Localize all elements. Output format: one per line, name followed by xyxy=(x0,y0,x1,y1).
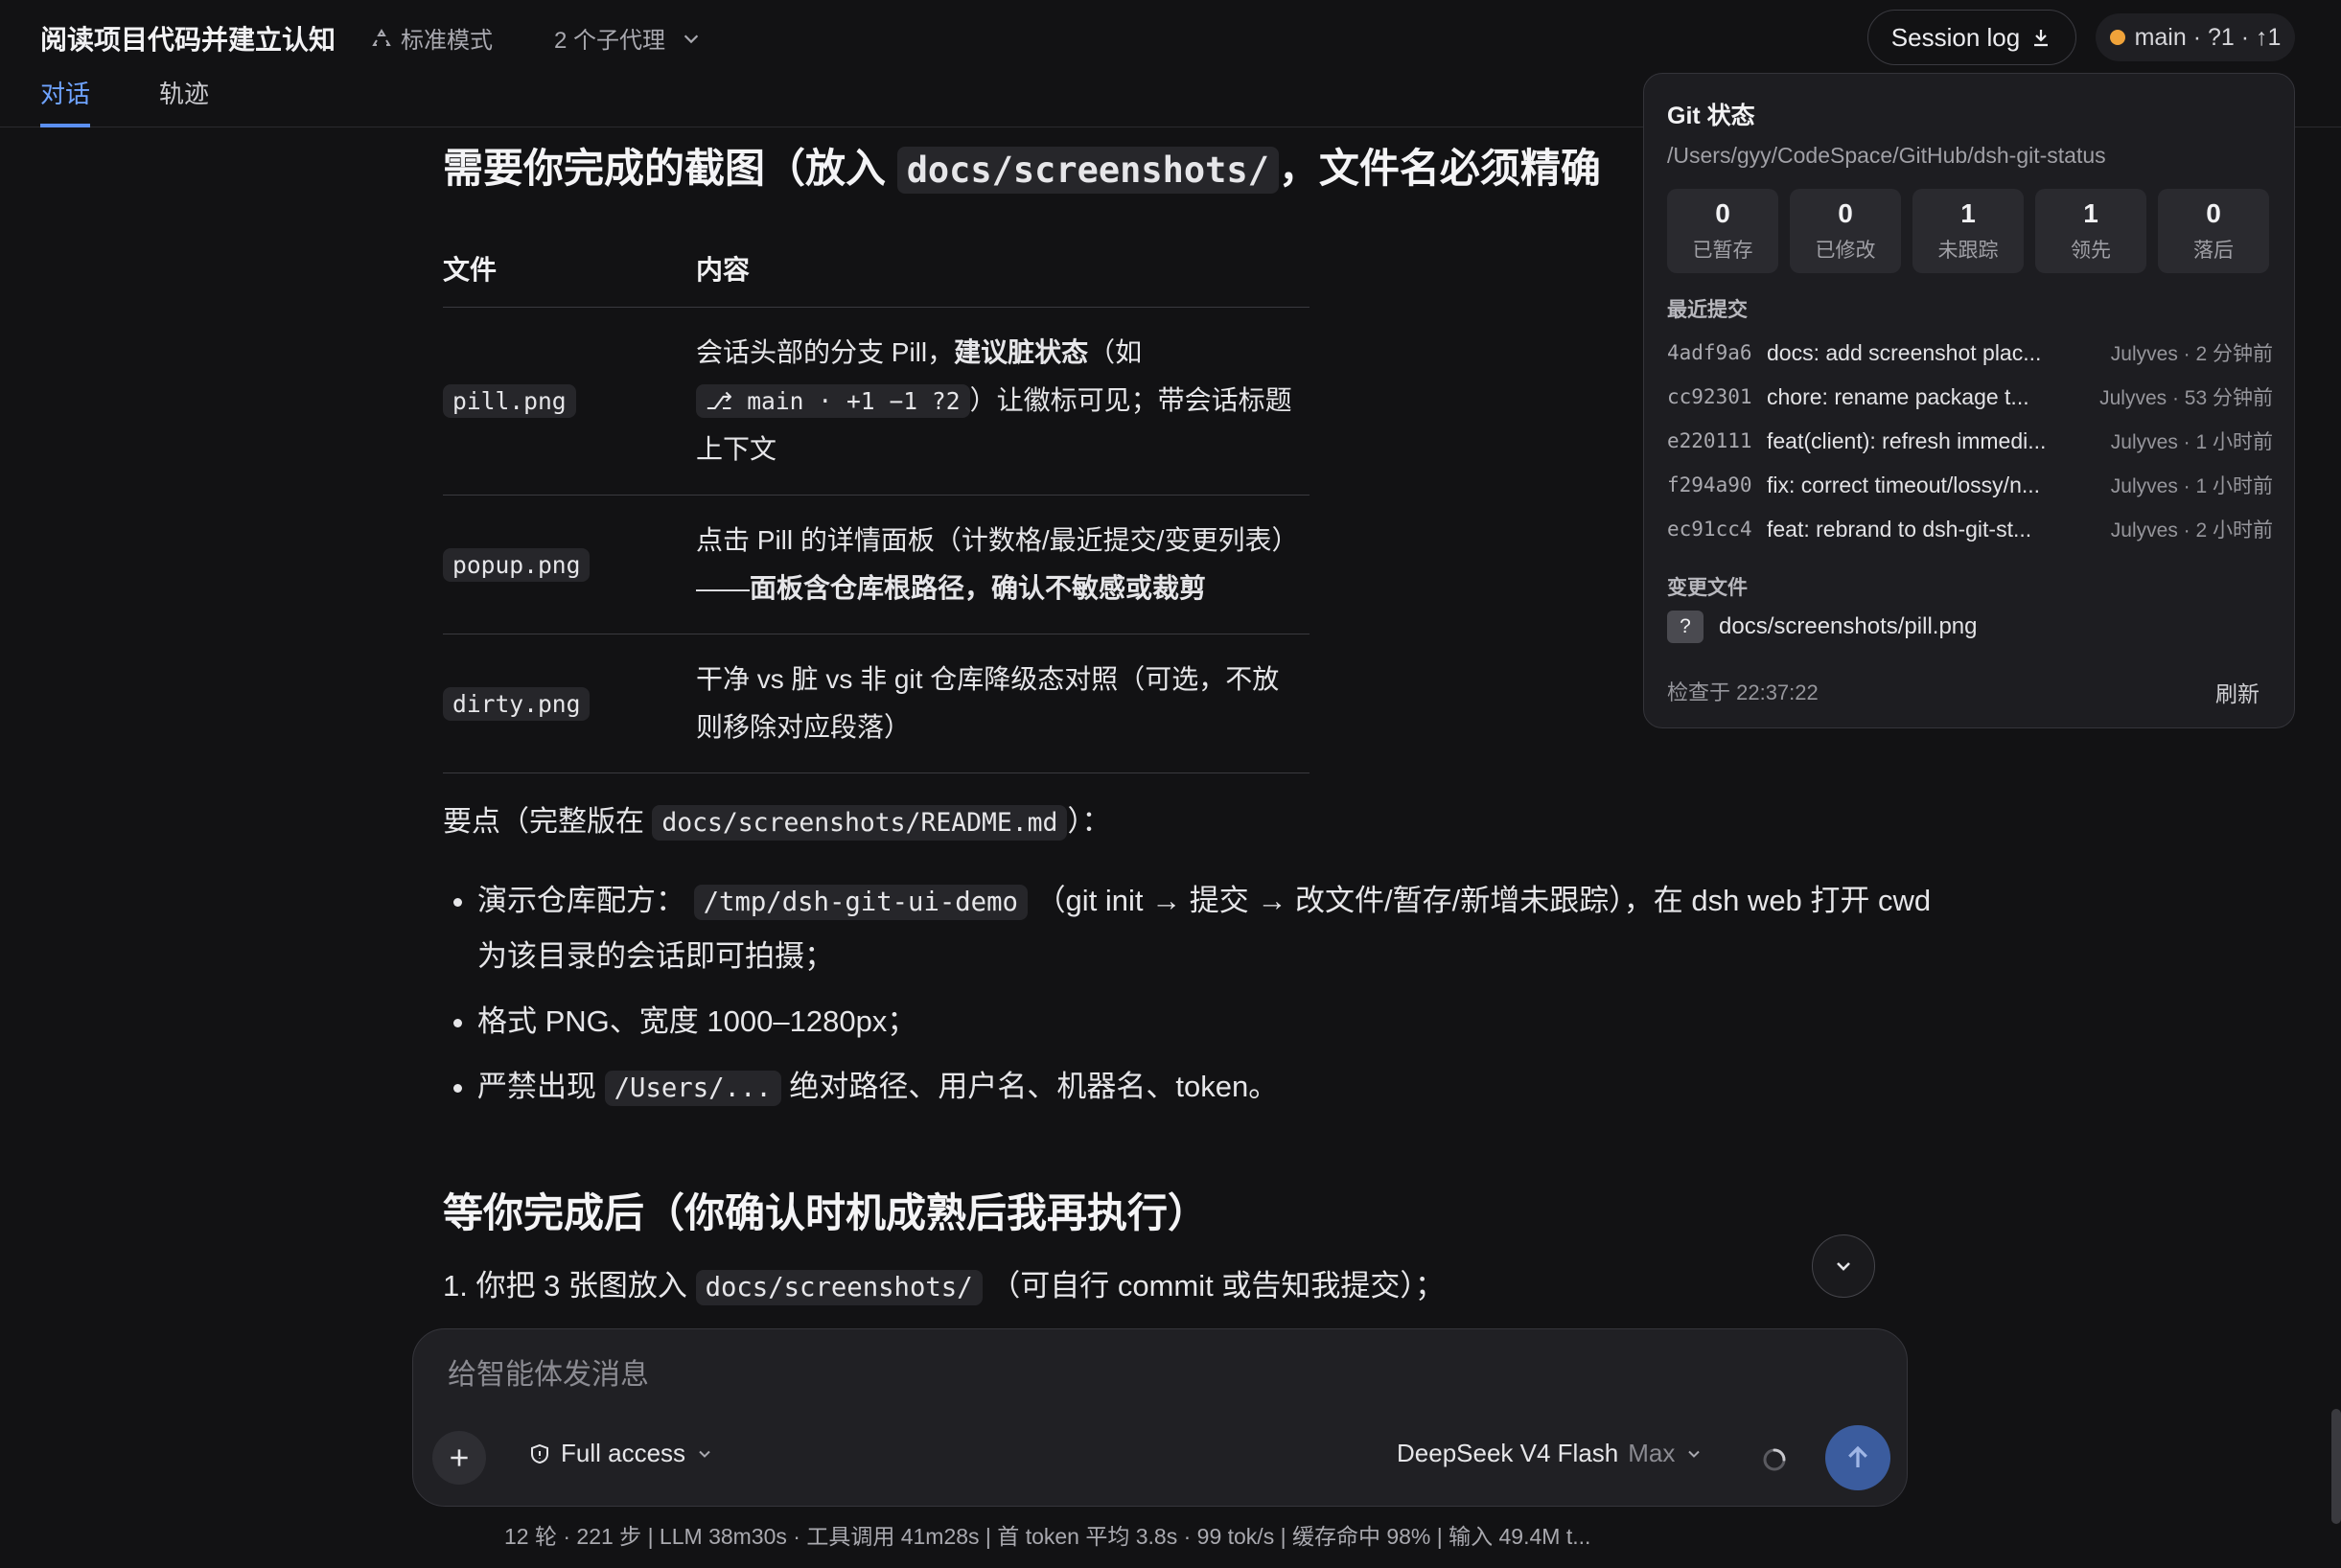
chevron-down-icon xyxy=(684,34,699,43)
inline-code: docs/screenshots/README.md xyxy=(652,805,1068,841)
table-row: dirty.png 干净 vs 脏 vs 非 git 仓库降级态对照（可选，不放… xyxy=(443,634,1310,773)
stat-behind: 0 落后 xyxy=(2158,189,2269,273)
screenshots-table: 文件 内容 pill.png 会话头部的分支 Pill，建议脏状态（如 ⎇ ma… xyxy=(443,232,1310,773)
list-item: 严禁出现 /Users/... 绝对路径、用户名、机器名、token。 xyxy=(477,1060,1935,1116)
inline-code: /tmp/dsh-git-ui-demo xyxy=(693,885,1028,920)
checked-at-timestamp: 检查于 22:37:22 xyxy=(1667,680,1819,704)
table-cell-content: 会话头部的分支 Pill，建议脏状态（如 ⎇ main · +1 −1 ?2 ）让… xyxy=(696,307,1310,496)
model-variant: Max xyxy=(1628,1439,1676,1467)
shield-icon xyxy=(531,1443,548,1464)
access-level-dropdown[interactable]: Full access xyxy=(528,1439,714,1468)
commit-row: ec91cc4 feat: rebrand to dsh-git-st... Jul… xyxy=(1667,516,2273,542)
git-status-popover: Git 状态 /Users/gyy/CodeSpace/GitHub/dsh-g… xyxy=(1643,73,2295,728)
status-counts: 0 已暂存 0 已修改 1 未跟踪 1 领先 0 落后 xyxy=(1667,189,2269,273)
inline-code: ⎇ main · +1 −1 ?2 xyxy=(696,384,970,418)
section-heading-screenshots: 需要你完成的截图（放入 docs/screenshots/，文件名必须精确 xyxy=(443,136,1601,195)
arrow-up-icon xyxy=(1848,1445,1867,1467)
changed-file-row: ? docs/screenshots/pill.png xyxy=(1667,611,1977,643)
scrollbar-thumb[interactable] xyxy=(2331,1409,2341,1524)
plus-icon xyxy=(451,1449,468,1466)
stat-modified: 0 已修改 xyxy=(1790,189,1901,273)
model-selector[interactable]: DeepSeek V4 Flash Max xyxy=(1397,1439,1704,1468)
recent-commits-list: 4adf9a6 docs: add screenshot plac... Julyv… xyxy=(1667,331,2273,551)
recent-commits-label: 最近提交 xyxy=(1667,299,1748,321)
scroll-to-bottom-button[interactable] xyxy=(1812,1234,1875,1298)
git-branch-pill[interactable]: main · ?1 · ↑1 xyxy=(2096,13,2295,61)
tab-trajectory[interactable]: 轨迹 xyxy=(159,75,209,124)
section-heading-after: 等你完成后（你确认时机成熟后我再执行） xyxy=(443,1190,1209,1235)
table-cell-file: popup.png xyxy=(443,495,696,634)
changed-files-label: 变更文件 xyxy=(1667,577,1748,599)
steps-list: 1. 你把 3 张图放入 docs/screenshots/ （可自行 comm… xyxy=(443,1261,1445,1305)
inline-code: /Users/... xyxy=(604,1071,781,1106)
mode-selector[interactable]: 标准模式 xyxy=(370,21,493,55)
table-header-row: 文件 内容 xyxy=(443,232,1310,308)
refresh-button[interactable]: 刷新 xyxy=(2215,676,2260,708)
model-name: DeepSeek V4 Flash xyxy=(1397,1439,1619,1467)
table-cell-content: 干净 vs 脏 vs 非 git 仓库降级态对照（可选，不放则移除对应段落） xyxy=(696,634,1310,773)
subagents-label: 2 个子代理 xyxy=(554,28,666,54)
tab-conversation[interactable]: 对话 xyxy=(40,75,91,127)
page-title: 阅读项目代码并建立认知 xyxy=(40,25,336,55)
list-item: 1. 你把 3 张图放入 docs/screenshots/ （可自行 comm… xyxy=(443,1261,1445,1305)
repo-path: /Users/gyy/CodeSpace/GitHub/dsh-git-stat… xyxy=(1667,143,2106,168)
loading-spinner-icon xyxy=(1763,1448,1786,1471)
session-stats-footer: 12 轮 · 221 步 | LLM 38m30s · 工具调用 41m28s … xyxy=(504,1524,1591,1549)
column-header-file: 文件 xyxy=(443,232,696,308)
commit-row: e220111 feat(client): refresh immedi... Ju… xyxy=(1667,427,2273,454)
send-button[interactable] xyxy=(1825,1425,1890,1490)
chevron-down-icon xyxy=(1837,1262,1850,1271)
commit-row: 4adf9a6 docs: add screenshot plac... Julyv… xyxy=(1667,339,2273,366)
table-row: pill.png 会话头部的分支 Pill，建议脏状态（如 ⎇ main · +… xyxy=(443,307,1310,496)
chevron-down-icon xyxy=(1688,1450,1701,1458)
inline-code: docs/screenshots/ xyxy=(896,147,1279,194)
changed-file-path: docs/screenshots/pill.png xyxy=(1719,613,1978,639)
stat-untracked: 1 未跟踪 xyxy=(1912,189,2024,273)
session-log-label: Session log xyxy=(1890,22,2021,52)
message-composer: Full access DeepSeek V4 Flash Max xyxy=(412,1328,1908,1507)
column-header-content: 内容 xyxy=(696,232,1310,308)
chevron-down-icon xyxy=(699,1450,710,1458)
table-cell-file: pill.png xyxy=(443,307,696,496)
branch-pill-label: main · ?1 · ↑1 xyxy=(2134,23,2282,51)
stat-staged: 0 已暂存 xyxy=(1667,189,1778,273)
stat-ahead: 1 领先 xyxy=(2035,189,2146,273)
commit-row: f294a90 fix: correct timeout/lossy/n... Ju… xyxy=(1667,472,2273,498)
points-list: 演示仓库配方： /tmp/dsh-git-ui-demo （git init →… xyxy=(443,874,1935,1127)
untracked-badge: ? xyxy=(1667,611,1704,643)
attach-button[interactable] xyxy=(432,1431,486,1485)
access-level-label: Full access xyxy=(561,1439,686,1467)
list-item: 演示仓库配方： /tmp/dsh-git-ui-demo （git init →… xyxy=(477,874,1935,983)
commit-row: cc92301 chore: rename package t... Julyves… xyxy=(1667,383,2273,410)
mode-label: 标准模式 xyxy=(401,28,493,54)
inline-code: docs/screenshots/ xyxy=(695,1270,983,1305)
dirty-status-dot xyxy=(2109,30,2125,45)
list-item: 格式 PNG、宽度 1000–1280px； xyxy=(477,995,1935,1049)
session-log-button[interactable]: Session log xyxy=(1867,10,2076,65)
points-paragraph: 要点（完整版在 docs/screenshots/README.md）： xyxy=(443,797,1110,841)
table-cell-content: 点击 Pill 的详情面板（计数格/最近提交/变更列表）——面板含仓库根路径，确… xyxy=(696,495,1310,634)
message-input[interactable] xyxy=(446,1358,1792,1393)
subagents-dropdown[interactable]: 2 个子代理 xyxy=(554,21,702,55)
table-row: popup.png 点击 Pill 的详情面板（计数格/最近提交/变更列表）——… xyxy=(443,495,1310,634)
popover-title: Git 状态 xyxy=(1667,103,1755,129)
table-cell-file: dirty.png xyxy=(443,634,696,773)
download-icon xyxy=(2034,30,2049,47)
recycle-icon xyxy=(372,28,391,46)
